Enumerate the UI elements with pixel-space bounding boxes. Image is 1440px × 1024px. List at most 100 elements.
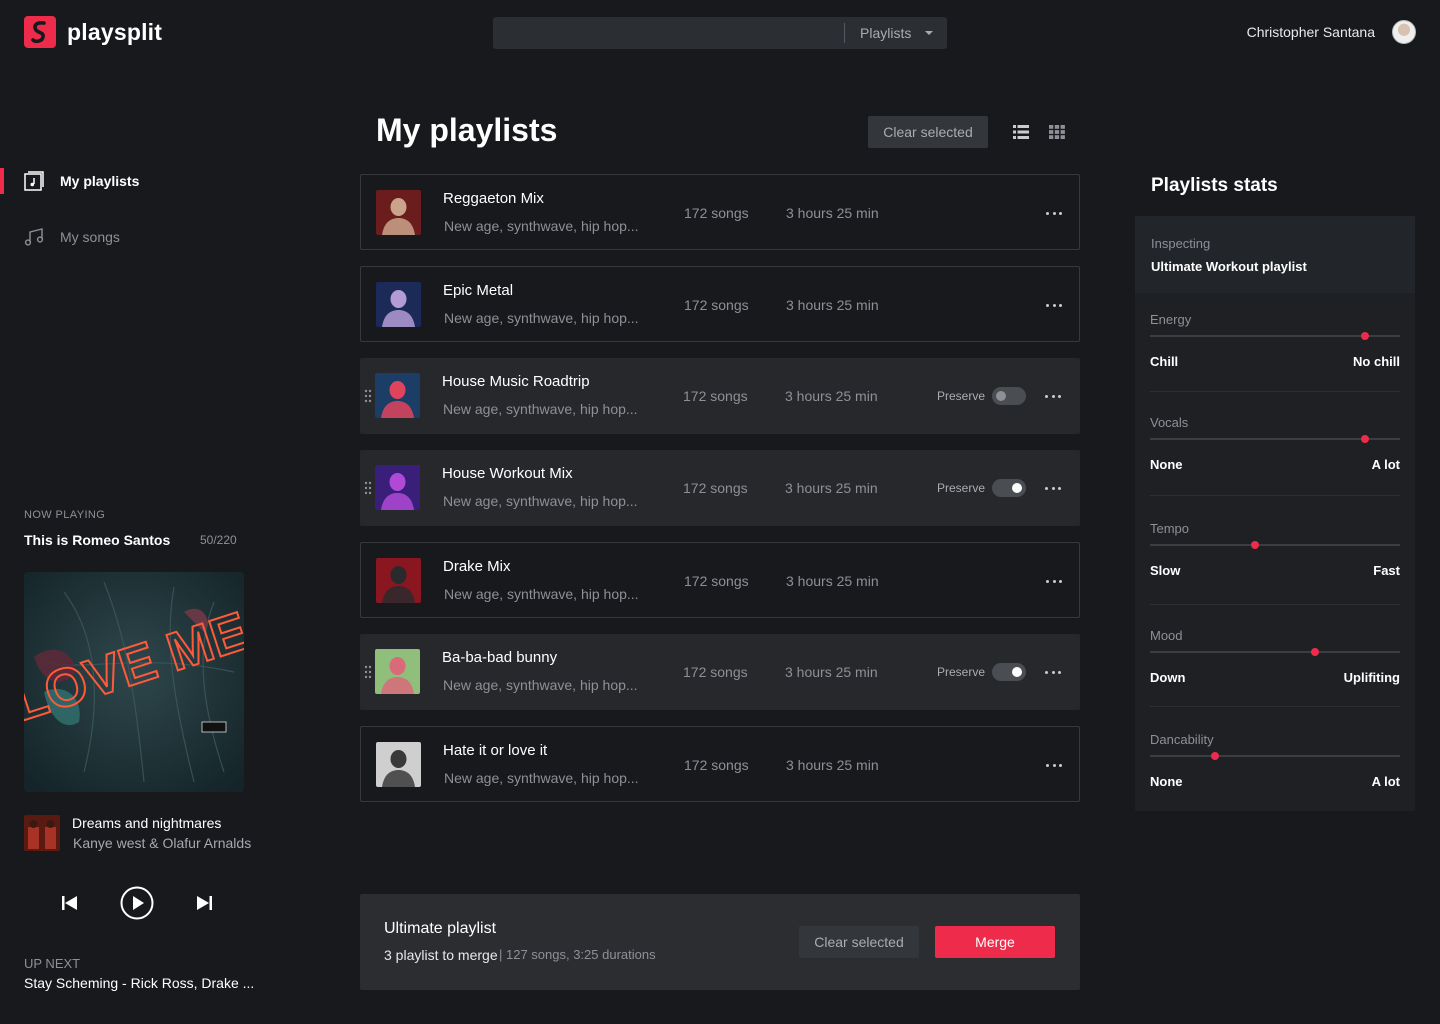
merge-count: 3 playlist to merge	[384, 947, 498, 963]
playlist-duration: 3 hours 25 min	[786, 297, 879, 313]
stat-low-label: None	[1150, 457, 1183, 472]
stat-high-label: No chill	[1353, 354, 1400, 369]
playlist-row[interactable]: Drake Mix New age, synthwave, hip hop... 1…	[360, 542, 1080, 618]
stat-divider	[1150, 391, 1400, 392]
playlist-cover	[375, 465, 420, 510]
playlist-row[interactable]: Ba-ba-bad bunny New age, synthwave, hip h…	[360, 634, 1080, 710]
playlist-song-count: 172 songs	[683, 664, 748, 680]
logo-icon	[24, 16, 56, 48]
playlist-name[interactable]: House Music Roadtrip	[442, 373, 590, 390]
stats-title: Playlists stats	[1151, 175, 1278, 196]
playlist-row[interactable]: Hate it or love it New age, synthwave, hi…	[360, 726, 1080, 802]
playlist-row[interactable]: House Workout Mix New age, synthwave, hip…	[360, 450, 1080, 526]
playlist-cover	[375, 373, 420, 418]
toggle-knob	[1012, 667, 1022, 677]
app-logo[interactable]: playsplit	[24, 16, 162, 48]
playlist-genres: New age, synthwave, hip hop...	[444, 310, 639, 326]
playlist-row[interactable]: House Music Roadtrip New age, synthwave, …	[360, 358, 1080, 434]
up-next-track[interactable]: Stay Scheming - Rick Ross, Drake ...	[24, 975, 254, 991]
playlist-name[interactable]: Reggaeton Mix	[443, 190, 544, 207]
active-indicator	[0, 168, 4, 194]
app-name: playsplit	[67, 18, 163, 45]
previous-track-icon[interactable]	[60, 894, 78, 912]
playlist-genres: New age, synthwave, hip hop...	[443, 401, 638, 417]
playlist-row[interactable]: Epic Metal New age, synthwave, hip hop...…	[360, 266, 1080, 342]
drag-handle-icon[interactable]	[364, 665, 372, 679]
user-menu[interactable]: Christopher Santana	[1247, 20, 1416, 44]
track-artist[interactable]: Kanye west & Olafur Arnalds	[73, 835, 251, 851]
playlist-duration: 3 hours 25 min	[785, 388, 878, 404]
preserve-label: Preserve	[937, 389, 986, 403]
next-track-icon[interactable]	[196, 894, 214, 912]
stat-slider[interactable]	[1150, 648, 1400, 656]
list-view-icon[interactable]	[1013, 125, 1029, 139]
stat-slider[interactable]	[1150, 752, 1400, 760]
drag-handle-icon[interactable]	[364, 389, 372, 403]
slider-handle[interactable]	[1361, 435, 1369, 443]
playlist-cover	[375, 649, 420, 694]
stat-low-label: None	[1150, 774, 1183, 789]
playlist-name[interactable]: Hate it or love it	[443, 742, 547, 759]
more-options-icon[interactable]	[1046, 205, 1062, 221]
playlist-name[interactable]: Drake Mix	[443, 558, 511, 575]
inspecting-section: Inspecting Ultimate Workout playlist	[1135, 216, 1415, 293]
playlist-name[interactable]: House Workout Mix	[442, 465, 573, 482]
search-scope-select[interactable]: Playlists	[845, 17, 947, 49]
playlist-row[interactable]: Reggaeton Mix New age, synthwave, hip hop…	[360, 174, 1080, 250]
stat-slider[interactable]	[1150, 435, 1400, 443]
stat-low-label: Down	[1150, 670, 1186, 685]
slider-handle[interactable]	[1361, 332, 1369, 340]
playlist-song-count: 172 songs	[683, 388, 748, 404]
preserve-label: Preserve	[937, 481, 986, 495]
playlist-genres: New age, synthwave, hip hop...	[443, 677, 638, 693]
preserve-label: Preserve	[937, 665, 986, 679]
playlist-cover	[376, 282, 421, 327]
now-playing-title[interactable]: This is Romeo Santos	[24, 532, 170, 548]
more-options-icon[interactable]	[1045, 664, 1061, 680]
slider-handle[interactable]	[1251, 541, 1259, 549]
merge-button[interactable]: Merge	[935, 926, 1055, 958]
more-options-icon[interactable]	[1046, 757, 1062, 773]
more-options-icon[interactable]	[1046, 297, 1062, 313]
preserve-toggle[interactable]	[992, 663, 1026, 681]
slider-handle[interactable]	[1211, 752, 1219, 760]
more-options-icon[interactable]	[1045, 388, 1061, 404]
stat-slider[interactable]	[1150, 541, 1400, 549]
play-icon[interactable]	[120, 886, 154, 920]
stat-divider	[1150, 706, 1400, 707]
playlist-cover	[376, 742, 421, 787]
stat-slider[interactable]	[1150, 332, 1400, 340]
stat-label: Dancability	[1150, 732, 1214, 747]
inspecting-heading: Inspecting	[1151, 236, 1211, 251]
stat-high-label: A lot	[1371, 774, 1400, 789]
playlist-cover	[376, 190, 421, 235]
preserve-toggle[interactable]	[992, 479, 1026, 497]
playlist-song-count: 172 songs	[684, 205, 749, 221]
playlist-duration: 3 hours 25 min	[786, 205, 879, 221]
stats-panel: Inspecting Ultimate Workout playlist Ene…	[1135, 216, 1415, 811]
more-options-icon[interactable]	[1046, 573, 1062, 589]
grid-view-icon[interactable]	[1049, 125, 1065, 139]
preserve-toggle[interactable]	[992, 387, 1026, 405]
stat-label: Mood	[1150, 628, 1183, 643]
toggle-knob	[996, 391, 1006, 401]
playlist-genres: New age, synthwave, hip hop...	[443, 493, 638, 509]
playlist-cover	[376, 558, 421, 603]
clear-selected-button[interactable]: Clear selected	[868, 116, 988, 148]
search-input[interactable]	[493, 17, 843, 49]
playlist-duration: 3 hours 25 min	[785, 664, 878, 680]
stat-label: Tempo	[1150, 521, 1190, 536]
playlist-name[interactable]: Ba-ba-bad bunny	[442, 649, 557, 666]
more-options-icon[interactable]	[1045, 480, 1061, 496]
merge-clear-selected-button[interactable]: Clear selected	[799, 926, 919, 958]
track-title[interactable]: Dreams and nightmares	[72, 815, 221, 831]
stat-label: Vocals	[1150, 415, 1189, 430]
caret-down-icon	[925, 31, 934, 35]
now-playing-heading: NOW PLAYING	[24, 509, 106, 521]
avatar[interactable]	[1392, 20, 1416, 44]
drag-handle-icon[interactable]	[364, 481, 372, 495]
playlist-genres: New age, synthwave, hip hop...	[444, 770, 639, 786]
user-name: Christopher Santana	[1246, 24, 1375, 40]
slider-handle[interactable]	[1311, 648, 1319, 656]
playlist-name[interactable]: Epic Metal	[443, 282, 513, 299]
